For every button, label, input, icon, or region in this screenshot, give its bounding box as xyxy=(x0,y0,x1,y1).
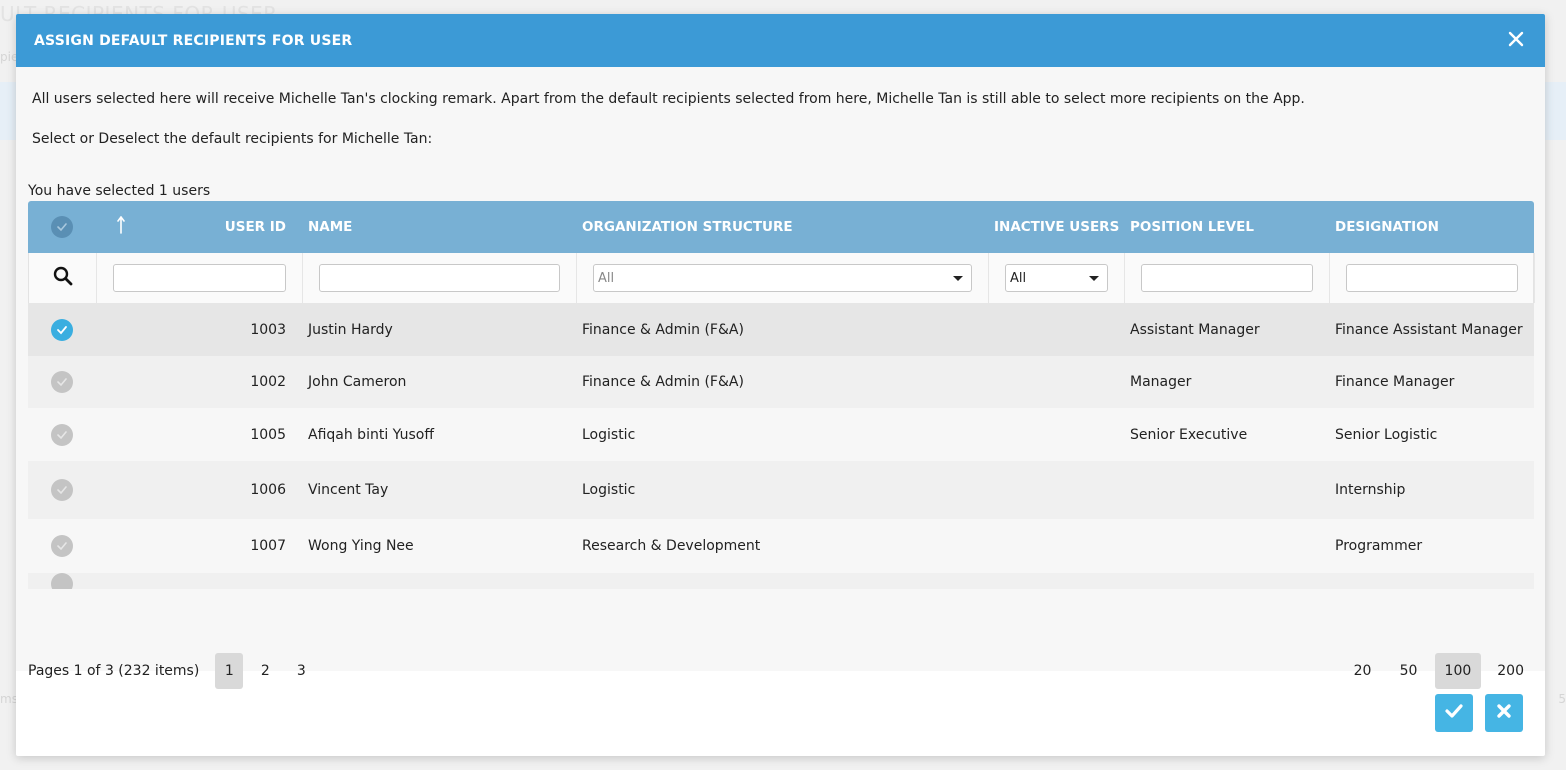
filter-user-id-cell xyxy=(97,253,303,303)
cell-organization: Logistic xyxy=(582,482,636,498)
table-row-partial[interactable] xyxy=(28,573,1534,589)
filter-search-cell xyxy=(29,253,97,303)
designation-filter-input[interactable] xyxy=(1346,264,1518,292)
cancel-button[interactable] xyxy=(1485,694,1523,732)
search-icon[interactable] xyxy=(53,266,73,290)
table-row[interactable]: 1007 Wong Ying Nee Research & Developmen… xyxy=(28,519,1534,573)
filter-designation-cell xyxy=(1330,253,1535,303)
cell-name: Wong Ying Nee xyxy=(308,538,414,554)
cell-name: Vincent Tay xyxy=(308,482,389,498)
cell-designation: Internship xyxy=(1335,482,1406,498)
filter-position-cell xyxy=(1125,253,1330,303)
cell-designation: Finance Assistant Manager xyxy=(1335,321,1523,338)
row-checkbox[interactable] xyxy=(51,371,73,393)
cell-organization: Research & Development xyxy=(582,538,761,554)
row-checkbox[interactable] xyxy=(51,535,73,557)
column-header-designation[interactable]: DESIGNATION xyxy=(1329,219,1534,235)
sort-column[interactable] xyxy=(96,216,144,238)
cell-organization: Logistic xyxy=(582,426,636,443)
row-checkbox-checked[interactable] xyxy=(51,318,73,341)
cell-organization: Finance & Admin (F&A) xyxy=(582,321,744,338)
cell-name: Afiqah binti Yusoff xyxy=(308,426,434,443)
cell-position-level: Assistant Manager xyxy=(1130,321,1260,338)
row-checkbox-cell[interactable] xyxy=(28,423,96,446)
modal-footer xyxy=(16,671,1545,756)
grid-header-row: USER ID NAME ORGANIZATION STRUCTURE INAC… xyxy=(28,201,1534,253)
table-row[interactable]: 1003 Justin Hardy Finance & Admin (F&A) … xyxy=(28,303,1534,356)
select-all-header[interactable] xyxy=(28,216,96,238)
assign-recipients-modal: ASSIGN DEFAULT RECIPIENTS FOR USER All u… xyxy=(16,14,1545,756)
cell-user-id: 1007 xyxy=(250,538,286,554)
column-header-name[interactable]: NAME xyxy=(302,219,576,235)
background-footer-right: 5 xyxy=(1558,692,1566,706)
row-checkbox[interactable] xyxy=(51,479,73,501)
cell-name: Justin Hardy xyxy=(308,321,393,338)
grid-rows: 1003 Justin Hardy Finance & Admin (F&A) … xyxy=(28,303,1534,589)
cell-user-id: 1003 xyxy=(250,321,286,338)
row-checkbox-cell[interactable] xyxy=(28,318,96,341)
selected-count: You have selected 1 users xyxy=(28,183,211,199)
cell-designation: Senior Logistic xyxy=(1335,426,1438,443)
recipients-grid: USER ID NAME ORGANIZATION STRUCTURE INAC… xyxy=(28,201,1535,589)
organization-filter-value: All xyxy=(598,270,615,286)
row-checkbox[interactable] xyxy=(51,423,73,446)
filter-org-cell: All xyxy=(577,253,989,303)
filter-inactive-cell: All xyxy=(989,253,1125,303)
table-row[interactable]: 1005 Afiqah binti Yusoff Logistic Senior… xyxy=(28,408,1534,461)
row-checkbox-cell[interactable] xyxy=(28,371,96,393)
cell-user-id: 1005 xyxy=(250,426,286,443)
select-instruction: Select or Deselect the default recipient… xyxy=(32,131,433,147)
user-id-filter-input[interactable] xyxy=(113,264,286,292)
column-header-position-level[interactable]: POSITION LEVEL xyxy=(1124,219,1329,235)
table-row[interactable]: 1002 John Cameron Finance & Admin (F&A) … xyxy=(28,356,1534,408)
intro-text: All users selected here will receive Mic… xyxy=(32,91,1305,107)
inactive-filter-value: All xyxy=(1010,270,1027,286)
modal-header: ASSIGN DEFAULT RECIPIENTS FOR USER xyxy=(16,14,1545,67)
chevron-down-icon xyxy=(1089,275,1099,281)
row-checkbox-cell[interactable] xyxy=(28,479,96,501)
select-all-checkbox[interactable] xyxy=(51,216,73,238)
cell-organization: Finance & Admin (F&A) xyxy=(582,374,744,390)
name-filter-input[interactable] xyxy=(319,264,560,292)
filter-name-cell xyxy=(303,253,577,303)
chevron-down-icon xyxy=(953,275,963,281)
row-checkbox-cell[interactable] xyxy=(28,535,96,557)
organization-filter-select[interactable]: All xyxy=(593,264,972,292)
modal-body: All users selected here will receive Mic… xyxy=(16,67,1545,689)
close-icon xyxy=(1496,703,1512,723)
row-checkbox-cell[interactable] xyxy=(28,573,96,589)
modal-title: ASSIGN DEFAULT RECIPIENTS FOR USER xyxy=(34,32,353,49)
check-icon xyxy=(1444,703,1464,723)
filter-row: All All xyxy=(28,253,1535,303)
cell-position-level: Manager xyxy=(1130,374,1192,390)
confirm-button[interactable] xyxy=(1435,694,1473,732)
cell-designation: Finance Manager xyxy=(1335,374,1455,390)
close-icon[interactable] xyxy=(1503,26,1529,52)
cell-user-id: 1006 xyxy=(250,482,286,498)
column-header-organization[interactable]: ORGANIZATION STRUCTURE xyxy=(576,219,988,235)
column-header-user-id[interactable]: USER ID xyxy=(144,219,302,235)
table-row[interactable]: 1006 Vincent Tay Logistic Internship xyxy=(28,461,1534,519)
row-checkbox[interactable] xyxy=(51,573,73,589)
cell-name: John Cameron xyxy=(308,374,407,390)
position-level-filter-input[interactable] xyxy=(1141,264,1313,292)
cell-position-level: Senior Executive xyxy=(1130,426,1248,443)
column-header-inactive-users[interactable]: INACTIVE USERS xyxy=(988,219,1124,235)
cell-user-id: 1002 xyxy=(250,374,286,390)
inactive-users-filter-select[interactable]: All xyxy=(1005,264,1108,292)
arrow-up-icon[interactable] xyxy=(116,216,126,238)
cell-designation: Programmer xyxy=(1335,538,1423,554)
